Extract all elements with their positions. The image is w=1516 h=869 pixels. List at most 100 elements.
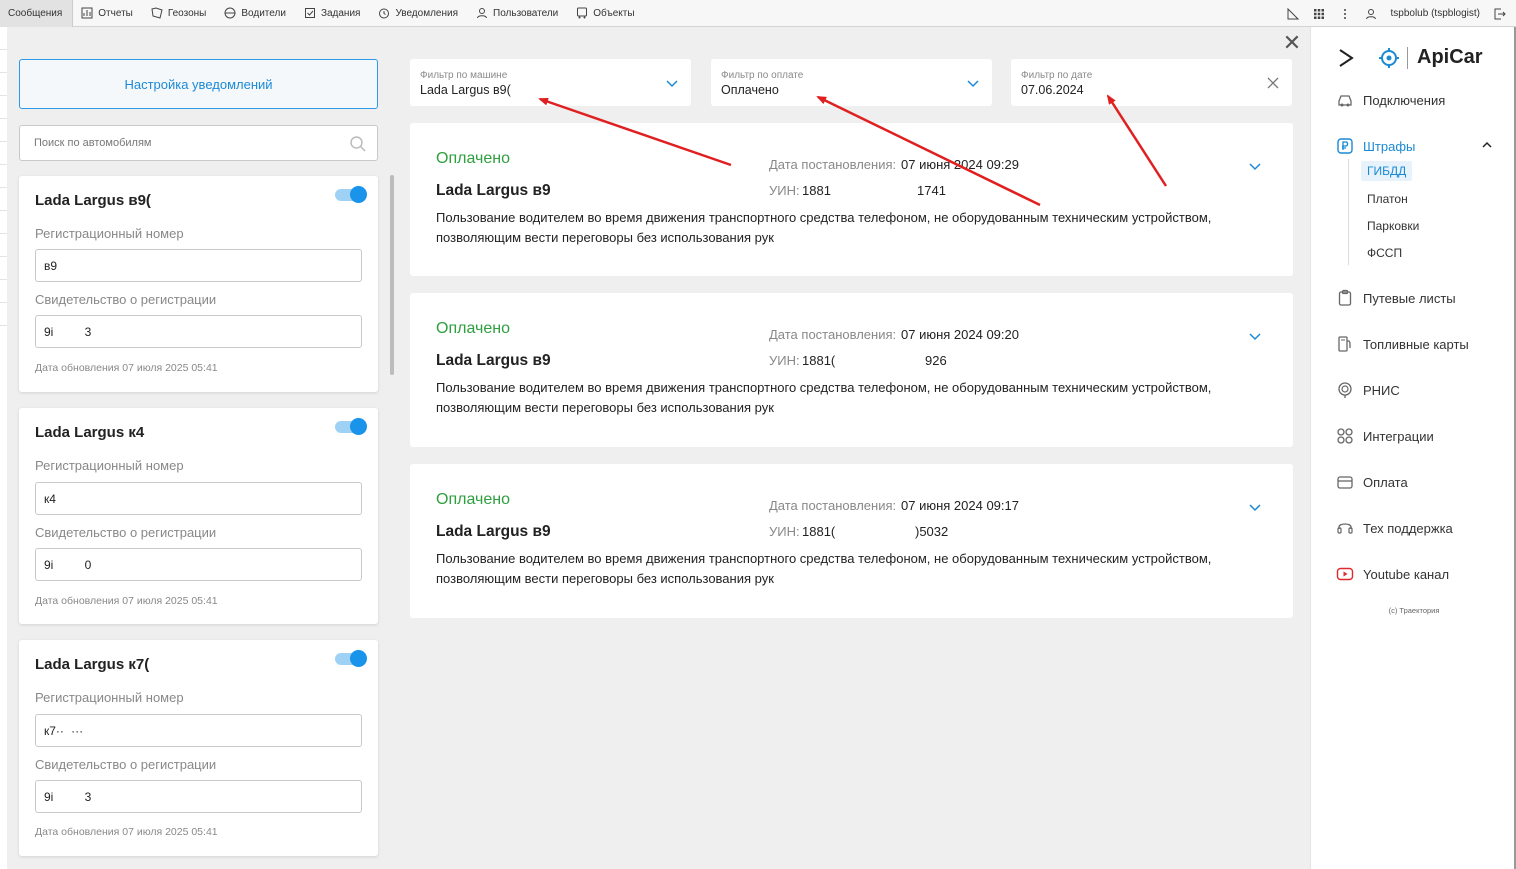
fine-uin-end: 926 — [925, 353, 947, 368]
menu-drivers[interactable]: Водители — [216, 0, 296, 27]
menu-messages[interactable]: Сообщения — [0, 0, 74, 27]
menu-objects[interactable]: Объекты — [568, 0, 644, 27]
notification-settings-button[interactable]: Настройка уведомлений — [19, 59, 378, 109]
car-list-scrollbar[interactable] — [390, 175, 394, 375]
nav-rnis[interactable]: РНИС — [1336, 380, 1506, 400]
filter-date-field[interactable]: Фильтр по дате 07.06.2024 — [1011, 59, 1292, 106]
fine-uin-label: УИН: — [769, 183, 800, 198]
updated-date: Дата обновления 07 июля 2025 05:41 — [35, 826, 218, 838]
search-icon — [350, 136, 366, 152]
background-page-strip — [0, 27, 7, 869]
menu-tasks[interactable]: Задания — [296, 0, 371, 27]
nav-connections-label: Подключения — [1363, 92, 1446, 108]
report-icon — [81, 7, 93, 19]
nav-waybills-label: Путевые листы — [1363, 290, 1456, 306]
notify-toggle[interactable] — [335, 650, 367, 667]
menu-geozones-label: Геозоны — [167, 7, 207, 19]
top-right-tools: tspbolub (tspblogist) — [1287, 0, 1516, 27]
fine-card[interactable]: Оплачено Lada Largus в9 Дата постановлен… — [410, 464, 1293, 618]
ruler-icon[interactable] — [1287, 7, 1299, 20]
filter-payment-select[interactable]: Фильтр по оплате Оплачено — [711, 59, 992, 106]
fine-uin-label: УИН: — [769, 353, 800, 368]
chevron-up-icon[interactable] — [1481, 139, 1493, 151]
reg-cert-label: Свидетельство о регистрации — [35, 757, 217, 772]
submenu-guide-line — [1348, 159, 1349, 265]
reg-cert-field[interactable]: 9і 3 — [35, 780, 362, 813]
apicar-sidebar: ApiCar Подключения Штрафы ГИБДД Платон П… — [1310, 27, 1516, 869]
car-card: Lada Largus к7( Регистрационный номер к7… — [19, 640, 378, 856]
menu-messages-label: Сообщения — [8, 7, 63, 19]
nav-connections[interactable]: Подключения — [1336, 90, 1506, 110]
nav-integrations[interactable]: Интеграции — [1336, 426, 1506, 446]
fine-date-label: Дата постановления: — [769, 498, 897, 513]
menu-notifications[interactable]: Уведомления — [370, 0, 468, 27]
car-title: Lada Largus к7( — [35, 656, 150, 673]
reg-number-label: Регистрационный номер — [35, 226, 184, 241]
reg-number-field[interactable]: к4 — [35, 482, 362, 515]
nav-waybills[interactable]: Путевые листы — [1336, 288, 1506, 308]
fuel-icon — [1338, 336, 1351, 352]
fine-card[interactable]: Оплачено Lada Largus в9 Дата постановлен… — [410, 293, 1293, 447]
fines-modal: ✕ Настройка уведомлений Поиск по автомоб… — [7, 27, 1310, 869]
menu-users[interactable]: Пользователи — [468, 0, 568, 27]
fine-date-value: 07 июня 2024 09:20 — [901, 327, 1019, 342]
notify-toggle[interactable] — [335, 418, 367, 435]
notify-toggle[interactable] — [335, 186, 367, 203]
menu-reports-label: Отчеты — [98, 7, 133, 19]
location-icon — [1338, 382, 1352, 398]
menu-tasks-label: Задания — [320, 7, 361, 19]
menu-objects-label: Объекты — [593, 7, 635, 19]
nav-youtube-label: Youtube канал — [1363, 566, 1450, 582]
reg-number-label: Регистрационный номер — [35, 458, 184, 473]
subnav-gibdd[interactable]: ГИБДД — [1361, 161, 1413, 181]
updated-date: Дата обновления 07 июля 2025 05:41 — [35, 595, 218, 607]
car-icon — [1338, 95, 1352, 107]
clear-icon[interactable] — [1266, 76, 1280, 90]
nav-support[interactable]: Тех поддержка — [1336, 518, 1506, 538]
more-vertical-icon[interactable] — [1339, 8, 1351, 20]
brand-name: ApiCar — [1417, 46, 1483, 68]
fine-car: Lada Largus в9 — [436, 523, 551, 540]
bus-icon — [577, 7, 588, 19]
subnav-platon[interactable]: Платон — [1361, 189, 1414, 209]
reg-cert-field[interactable]: 9і 3 — [35, 315, 362, 348]
fine-card[interactable]: Оплачено Lada Largus в9 Дата постановлен… — [410, 123, 1293, 276]
reg-cert-field[interactable]: 9і 0 — [35, 548, 362, 581]
task-icon — [304, 8, 315, 18]
chevron-down-icon[interactable] — [1248, 329, 1262, 343]
car-card: Lada Largus в9( Регистрационный номер в9… — [19, 176, 378, 392]
driver-icon — [224, 7, 236, 19]
user-icon — [477, 8, 487, 19]
wallet-icon — [1337, 476, 1353, 489]
fine-uin-end: 1741 — [917, 183, 946, 198]
apicar-logo-icon — [1379, 48, 1399, 68]
collapse-sidebar-icon[interactable] — [1336, 47, 1356, 69]
chevron-down-icon[interactable] — [1248, 159, 1262, 173]
nav-fuel-cards[interactable]: Топливные карты — [1336, 334, 1506, 354]
close-modal-icon[interactable]: ✕ — [1282, 32, 1302, 54]
subnav-fssp[interactable]: ФССП — [1361, 243, 1408, 263]
reg-number-field[interactable]: в9 — [35, 249, 362, 282]
fine-uin-start: 1881( — [802, 524, 836, 539]
account-icon[interactable] — [1365, 8, 1377, 20]
car-title: Lada Largus в9( — [35, 192, 151, 209]
nav-payment[interactable]: Оплата — [1336, 472, 1506, 492]
chevron-down-icon[interactable] — [1248, 500, 1262, 514]
youtube-icon — [1336, 567, 1354, 581]
subnav-parking[interactable]: Парковки — [1361, 216, 1425, 236]
car-search-input[interactable]: Поиск по автомобилям — [19, 125, 378, 161]
logout-icon[interactable] — [1494, 8, 1506, 20]
nav-youtube[interactable]: Youtube канал — [1336, 564, 1506, 584]
fine-uin-label: УИН: — [769, 524, 800, 539]
filter-car-select[interactable]: Фильтр по машине Lada Largus в9( — [410, 59, 691, 106]
apps-grid-icon[interactable] — [1313, 8, 1325, 20]
reg-number-label: Регистрационный номер — [35, 690, 184, 705]
menu-reports[interactable]: Отчеты — [73, 0, 143, 27]
username-label[interactable]: tspbolub (tspblogist) — [1391, 8, 1481, 19]
nav-payment-label: Оплата — [1363, 474, 1408, 490]
fine-status: Оплачено — [436, 491, 510, 508]
reg-number-field[interactable]: к7·· ··· — [35, 714, 362, 747]
fine-date-value: 07 июня 2024 09:29 — [901, 157, 1019, 172]
fine-date-value: 07 июня 2024 09:17 — [901, 498, 1019, 513]
menu-geozones[interactable]: Геозоны — [143, 0, 217, 27]
